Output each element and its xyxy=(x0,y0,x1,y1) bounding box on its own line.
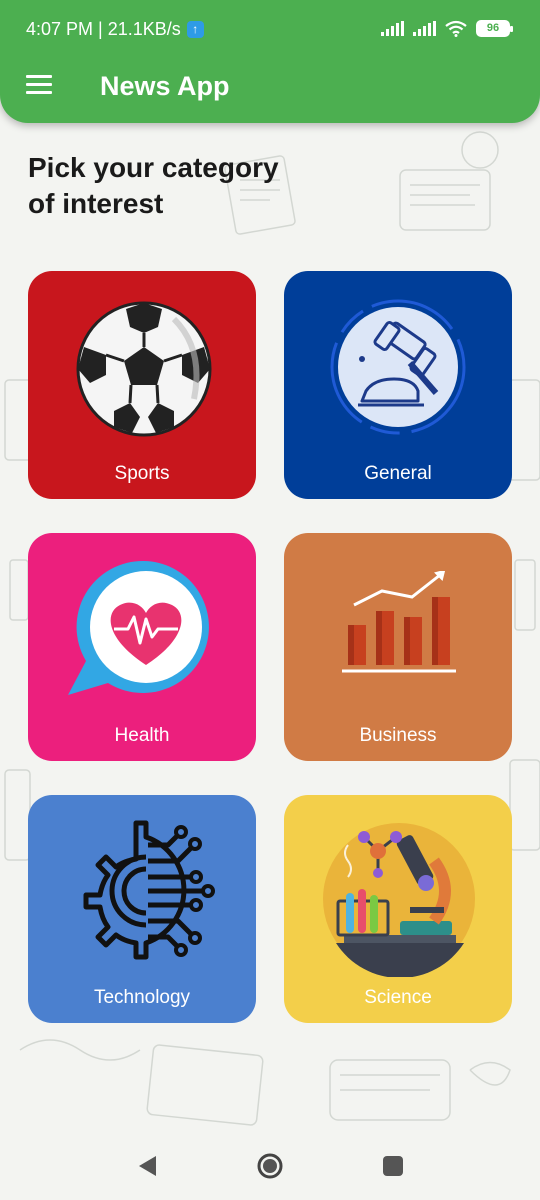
status-left: 4:07 PM | 21.1KB/s ↑ xyxy=(26,19,204,40)
category-label: Business xyxy=(359,725,437,746)
category-card-health[interactable]: Health xyxy=(28,533,256,761)
category-label: Science xyxy=(364,987,432,1008)
status-time-speed: 4:07 PM | 21.1KB/s xyxy=(26,19,181,39)
home-icon[interactable] xyxy=(256,1152,284,1180)
app-title: News App xyxy=(100,71,230,101)
category-card-general[interactable]: General xyxy=(284,271,512,499)
circuit-gear-icon xyxy=(83,820,215,960)
arrow-up-icon: ↑ xyxy=(186,21,204,38)
signal-icon xyxy=(381,21,404,36)
bar-chart-growth-icon xyxy=(342,571,456,673)
system-nav-bar xyxy=(0,1135,540,1200)
status-bar: 4:07 PM | 21.1KB/s ↑ 96 xyxy=(0,0,540,60)
category-card-technology[interactable]: Technology xyxy=(28,795,256,1023)
signal-icon-2 xyxy=(413,21,436,36)
status-right: 96 xyxy=(381,20,513,37)
category-card-sports[interactable]: Sports xyxy=(28,271,256,499)
soccer-ball-icon xyxy=(76,301,212,437)
wifi-icon xyxy=(445,20,467,37)
gavel-icon xyxy=(330,299,466,435)
microscope-icon xyxy=(323,823,475,977)
category-label: General xyxy=(364,463,432,484)
page-title: Pick your category of interest xyxy=(28,152,279,219)
category-card-science[interactable]: Science xyxy=(284,795,512,1023)
back-icon[interactable] xyxy=(136,1154,160,1178)
hamburger-menu-icon[interactable] xyxy=(26,75,52,97)
battery-icon: 96 xyxy=(476,20,513,37)
category-label: Technology xyxy=(93,987,191,1008)
recents-icon[interactable] xyxy=(382,1155,404,1177)
app-bar: 4:07 PM | 21.1KB/s ↑ 96 News App xyxy=(0,0,540,123)
heartbeat-icon xyxy=(68,560,209,695)
category-label: Health xyxy=(114,725,170,746)
category-label: Sports xyxy=(114,463,170,484)
category-card-business[interactable]: Business xyxy=(284,533,512,761)
